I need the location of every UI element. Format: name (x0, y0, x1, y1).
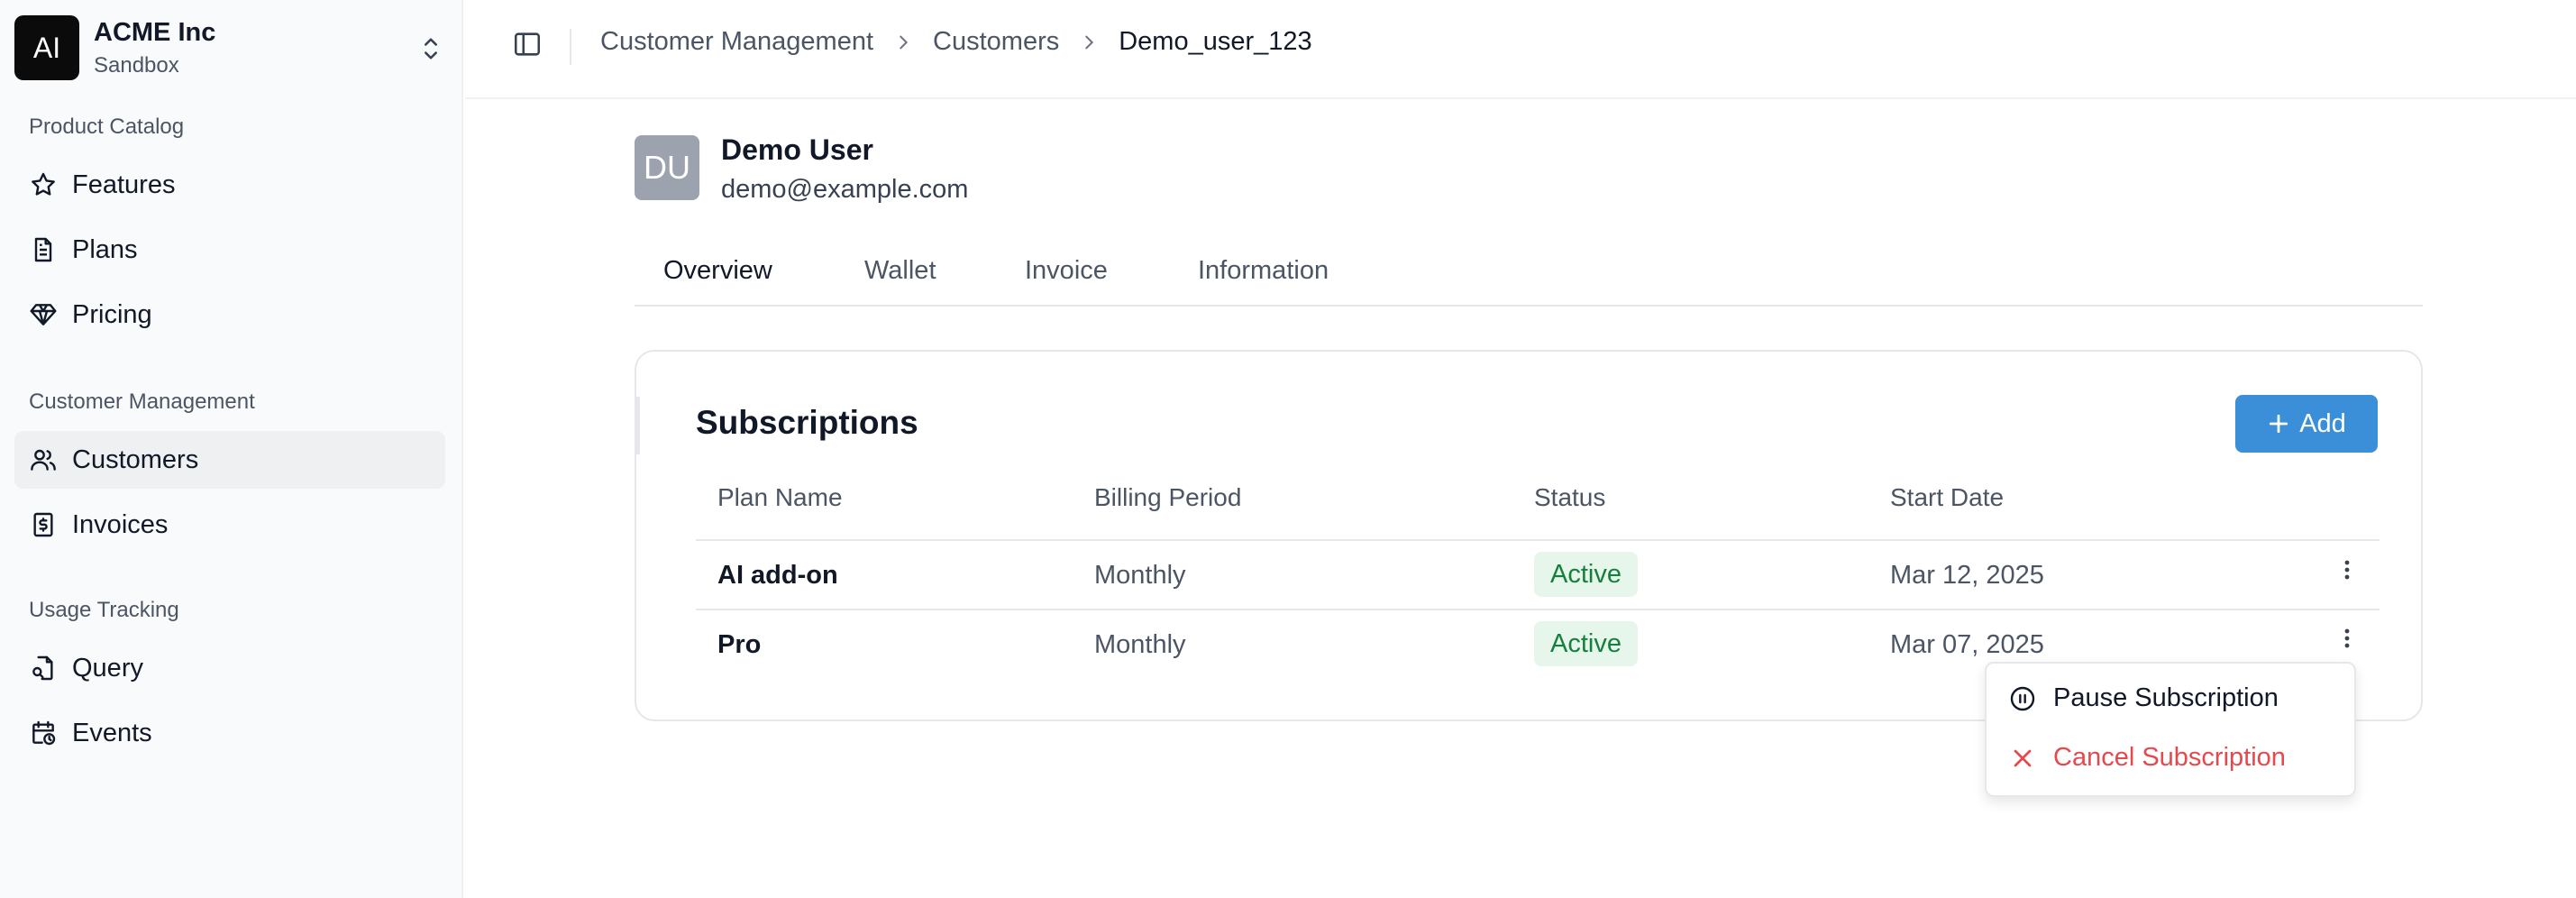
sidebar-item-events[interactable]: Events (14, 704, 445, 762)
breadcrumb-customers[interactable]: Customers (933, 27, 1059, 57)
sidebar-item-label: Invoices (72, 509, 169, 539)
section-label-customer-management: Customer Management (29, 389, 255, 414)
avatar: DU (635, 135, 699, 200)
table-cell-period: Monthly (1094, 561, 1186, 590)
breadcrumb-customer-management[interactable]: Customer Management (600, 27, 873, 57)
org-environment: Sandbox (94, 52, 179, 78)
sidebar-toggle-icon[interactable] (510, 27, 544, 61)
org-switcher[interactable]: AI ACME Inc Sandbox (14, 14, 447, 81)
chevron-right-icon (893, 32, 913, 52)
breadcrumb-current: Demo_user_123 (1119, 27, 1312, 56)
pause-circle-icon (2010, 686, 2035, 710)
gem-icon (29, 300, 58, 329)
table-cell-period: Monthly (1094, 630, 1186, 659)
sidebar-item-customers[interactable]: Customers (14, 431, 445, 489)
close-icon (2014, 749, 2032, 766)
sidebar-item-label: Customers (72, 444, 199, 474)
table-cell-start-date: Mar 12, 2025 (1890, 561, 2044, 590)
section-label-product-catalog: Product Catalog (29, 115, 185, 139)
cancel-subscription-menu-item[interactable]: Cancel Subscription (2008, 743, 2286, 773)
star-icon (29, 170, 58, 199)
receipt-dollar-icon (29, 510, 58, 539)
top-header: Customer Management Customers Demo_user_… (465, 0, 2576, 99)
column-header-status: Status (1534, 483, 1606, 511)
org-logo: AI (14, 15, 79, 80)
tab-overview[interactable]: Overview (663, 256, 772, 286)
users-icon (29, 445, 58, 474)
sidebar-item-label: Plans (72, 234, 138, 264)
column-header-start-date: Start Date (1890, 483, 2005, 511)
sidebar-item-label: Events (72, 718, 152, 747)
customer-email: demo@example.com (721, 175, 969, 204)
status-badge: Active (1534, 552, 1638, 597)
card-accent (635, 397, 640, 454)
more-vertical-icon[interactable] (2336, 620, 2358, 656)
column-header-billing-period: Billing Period (1094, 483, 1242, 511)
chevron-right-icon (1079, 32, 1099, 52)
sidebar-item-label: Features (72, 170, 176, 199)
tab-invoice[interactable]: Invoice (1025, 256, 1108, 286)
sidebar-item-invoices[interactable]: Invoices (14, 496, 445, 554)
menu-item-label: Pause Subscription (2053, 683, 2279, 712)
chevron-up-down-icon[interactable] (418, 34, 443, 63)
org-name: ACME Inc (94, 17, 216, 47)
sidebar-item-plans[interactable]: Plans (14, 221, 445, 279)
subscription-actions-menu: Pause Subscription Cancel Subscription (1985, 662, 2356, 797)
document-icon (29, 235, 58, 264)
column-header-plan-name: Plan Name (717, 483, 843, 511)
plus-icon (2270, 414, 2288, 434)
section-label-usage-tracking: Usage Tracking (29, 598, 179, 622)
sidebar-item-label: Pricing (72, 299, 152, 329)
table-cell-start-date: Mar 07, 2025 (1890, 630, 2044, 659)
sidebar-item-features[interactable]: Features (14, 156, 445, 214)
table-cell-plan: Pro (717, 630, 762, 659)
tab-wallet[interactable]: Wallet (864, 256, 936, 286)
status-badge: Active (1534, 621, 1638, 666)
calendar-clock-icon (29, 719, 58, 747)
breadcrumb: Customer Management Customers Demo_user_… (600, 27, 1312, 57)
add-button-label: Add (2299, 408, 2346, 438)
sidebar: AI ACME Inc Sandbox Product Catalog Feat… (0, 0, 463, 898)
table-divider (696, 609, 2380, 610)
menu-item-label: Cancel Subscription (2053, 743, 2286, 772)
add-subscription-button[interactable]: Add (2235, 395, 2378, 453)
table-divider (696, 539, 2380, 541)
more-vertical-icon[interactable] (2336, 552, 2358, 588)
customer-name: Demo User (721, 133, 873, 166)
subscriptions-title: Subscriptions (696, 404, 918, 441)
table-cell-plan: AI add-on (717, 561, 838, 590)
sidebar-item-pricing[interactable]: Pricing (14, 286, 445, 344)
header-divider (570, 29, 571, 65)
sidebar-item-label: Query (72, 653, 143, 683)
tab-information[interactable]: Information (1198, 256, 1329, 286)
tab-bar: Overview Wallet Invoice Information (635, 243, 2423, 307)
query-icon (29, 654, 58, 683)
sidebar-item-query[interactable]: Query (14, 639, 445, 697)
pause-subscription-menu-item[interactable]: Pause Subscription (2008, 683, 2279, 713)
